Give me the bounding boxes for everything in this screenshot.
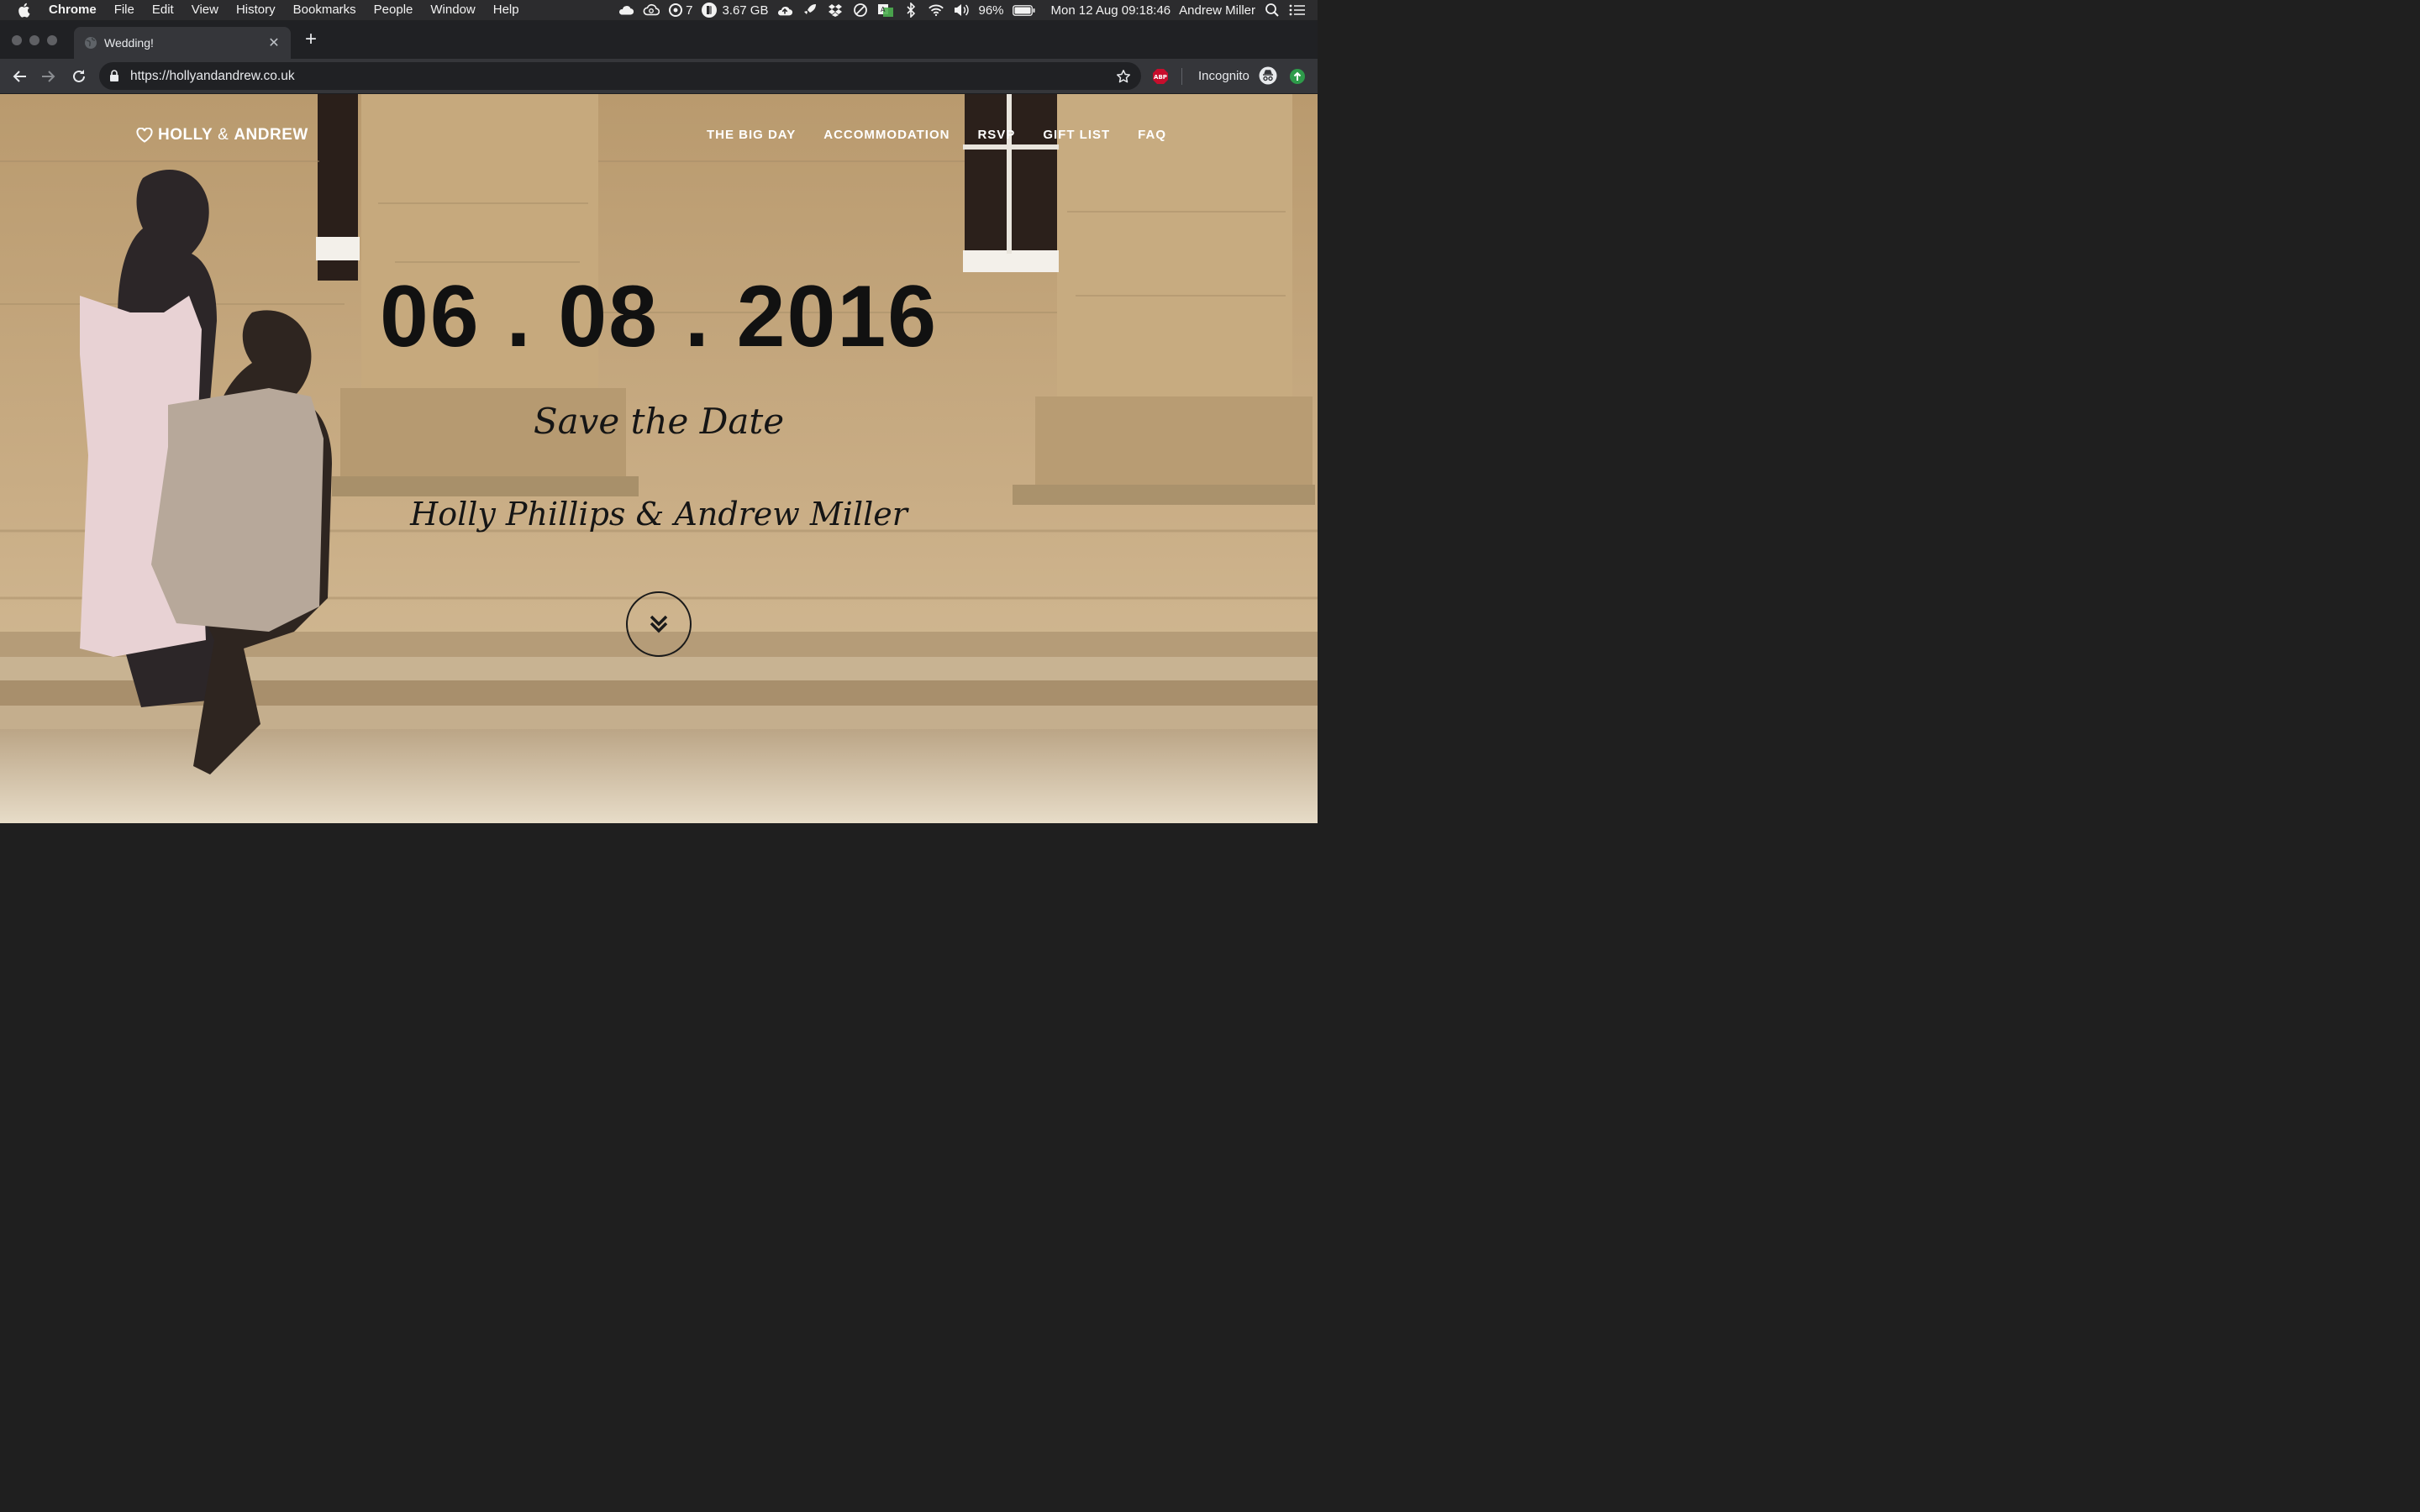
menu-history[interactable]: History bbox=[236, 0, 276, 20]
tab-close-icon[interactable]: ✕ bbox=[267, 34, 281, 51]
istat-icon bbox=[702, 3, 718, 18]
nav-gift-list[interactable]: GIFT LIST bbox=[1043, 128, 1110, 142]
svg-text:A: A bbox=[881, 6, 886, 13]
url-text[interactable]: https://hollyandandrew.co.uk bbox=[130, 69, 295, 84]
tab-title: Wedding! bbox=[104, 36, 154, 50]
wifi-icon[interactable] bbox=[928, 2, 944, 18]
back-arrow-icon[interactable] bbox=[10, 67, 29, 86]
input-source-icon[interactable]: A bbox=[877, 2, 894, 18]
do-not-disturb-icon[interactable] bbox=[852, 2, 869, 18]
bluetooth-icon[interactable] bbox=[902, 2, 919, 18]
apple-icon[interactable] bbox=[17, 2, 34, 18]
chrome-update-icon[interactable] bbox=[1289, 68, 1306, 85]
battery-icon[interactable] bbox=[1013, 2, 1036, 18]
couple-names: Holly Phillips & Andrew Miller bbox=[410, 496, 908, 533]
target-icon bbox=[669, 3, 683, 17]
rocket-icon[interactable] bbox=[802, 2, 818, 18]
nav-faq[interactable]: FAQ bbox=[1138, 128, 1166, 142]
scroll-down-button[interactable] bbox=[626, 591, 692, 657]
dropbox-icon[interactable] bbox=[827, 2, 844, 18]
incognito-label: Incognito bbox=[1198, 69, 1249, 83]
menu-bar-status-area: 7 3.67 GB A 96% Mon 12 Aug 09:18:46 Andr… bbox=[618, 0, 1306, 20]
memory-value: 3.67 GB bbox=[722, 3, 769, 18]
incognito-icon[interactable] bbox=[1259, 66, 1277, 85]
window-close-button[interactable] bbox=[12, 35, 22, 45]
menu-file[interactable]: File bbox=[114, 0, 134, 20]
menu-edit[interactable]: Edit bbox=[152, 0, 174, 20]
nav-accommodation[interactable]: ACCOMMODATION bbox=[823, 128, 950, 142]
menu-view[interactable]: View bbox=[192, 0, 218, 20]
lock-icon[interactable] bbox=[109, 70, 119, 87]
save-the-date-heading: Save the Date bbox=[533, 401, 785, 442]
bookmark-star-icon[interactable] bbox=[1116, 69, 1131, 88]
forward-arrow-icon[interactable] bbox=[39, 67, 58, 86]
notification-center-icon[interactable] bbox=[1289, 2, 1306, 18]
globe-favicon-icon bbox=[84, 36, 97, 50]
adblock-plus-label: ABP bbox=[1154, 74, 1167, 81]
volume-icon[interactable] bbox=[953, 2, 970, 18]
tab-wedding[interactable]: Wedding! ✕ bbox=[74, 27, 291, 59]
adblock-plus-icon[interactable]: ABP bbox=[1152, 68, 1169, 85]
macos-menu-bar: Chrome File Edit View History Bookmarks … bbox=[0, 0, 1318, 20]
logo-holly: HOLLY bbox=[158, 126, 213, 144]
site-navigation: THE BIG DAY ACCOMMODATION RSVP GIFT LIST… bbox=[707, 128, 1166, 142]
address-bar[interactable]: https://hollyandandrew.co.uk bbox=[99, 62, 1141, 90]
window-minimize-button[interactable] bbox=[29, 35, 39, 45]
wedding-date: 06 . 08 . 2016 bbox=[379, 268, 939, 365]
notification-indicator[interactable]: 7 bbox=[668, 3, 692, 18]
heart-icon bbox=[136, 128, 153, 143]
nav-rsvp[interactable]: RSVP bbox=[977, 128, 1015, 142]
menu-bookmarks[interactable]: Bookmarks bbox=[293, 0, 356, 20]
wedding-hero-section: HOLLY & ANDREW THE BIG DAY ACCOMMODATION… bbox=[0, 94, 1318, 823]
reload-icon[interactable] bbox=[70, 67, 88, 86]
logo-ampersand: & bbox=[218, 126, 229, 144]
toolbar-divider bbox=[1181, 68, 1182, 85]
site-logo-link[interactable]: HOLLY & ANDREW bbox=[136, 126, 308, 144]
battery-percentage: 96% bbox=[978, 3, 1004, 18]
proposal-photo-background bbox=[0, 94, 1318, 823]
window-zoom-button[interactable] bbox=[47, 35, 57, 45]
creative-cloud-icon[interactable] bbox=[643, 2, 660, 18]
double-chevron-down-icon bbox=[650, 615, 668, 633]
menu-help[interactable]: Help bbox=[493, 0, 519, 20]
cloud-icon[interactable] bbox=[618, 2, 634, 18]
browser-toolbar: https://hollyandandrew.co.uk bbox=[0, 59, 1318, 94]
menu-window[interactable]: Window bbox=[430, 0, 475, 20]
menu-people[interactable]: People bbox=[374, 0, 413, 20]
nav-the-big-day[interactable]: THE BIG DAY bbox=[707, 128, 796, 142]
spotlight-search-icon[interactable] bbox=[1264, 2, 1281, 18]
memory-indicator[interactable]: 3.67 GB bbox=[701, 2, 768, 18]
clock[interactable]: Mon 12 Aug 09:18:46 bbox=[1051, 3, 1171, 18]
notification-count: 7 bbox=[686, 3, 693, 18]
menu-app-chrome[interactable]: Chrome bbox=[49, 0, 97, 20]
user-name[interactable]: Andrew Miller bbox=[1179, 3, 1255, 18]
logo-andrew: ANDREW bbox=[234, 126, 308, 144]
new-tab-button[interactable]: + bbox=[301, 29, 321, 50]
upload-cloud-icon[interactable] bbox=[776, 2, 793, 18]
browser-tab-strip: Wedding! ✕ + bbox=[0, 20, 1318, 59]
